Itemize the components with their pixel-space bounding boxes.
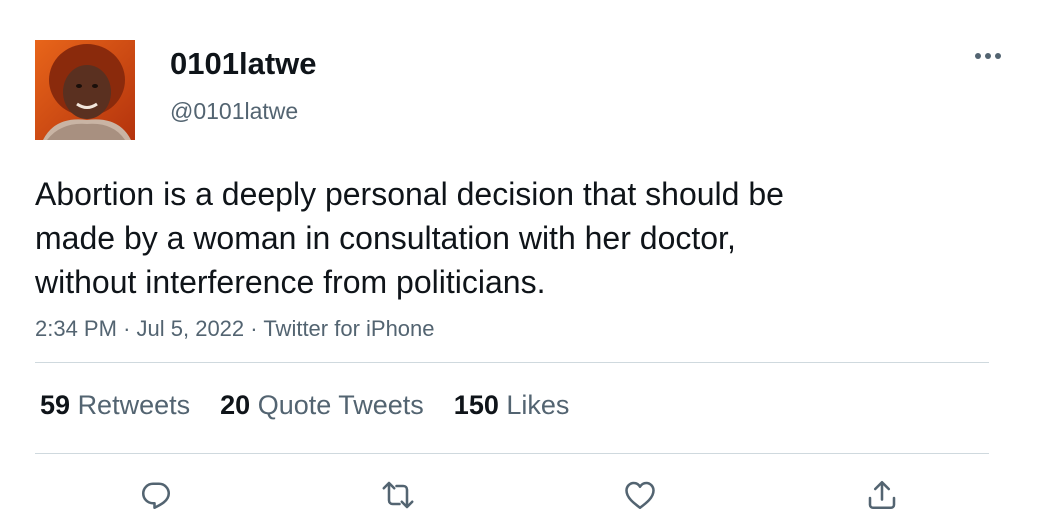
tweet-source[interactable]: Twitter for iPhone bbox=[263, 316, 434, 341]
retweet-arrows-icon bbox=[382, 481, 414, 509]
divider-bottom bbox=[35, 453, 989, 454]
share-upload-icon bbox=[868, 480, 896, 510]
quote-tweets-label: Quote Tweets bbox=[257, 390, 424, 420]
tweet-text: Abortion is a deeply personal decision t… bbox=[35, 176, 784, 300]
user-handle[interactable]: @0101latwe bbox=[170, 96, 298, 126]
share-button[interactable] bbox=[860, 473, 904, 517]
display-name[interactable]: 0101latwe bbox=[170, 44, 317, 84]
likes-count: 150 bbox=[453, 390, 499, 420]
more-horizontal-icon bbox=[975, 53, 1001, 59]
tweet-metadata: 2:34 PM · Jul 5, 2022 · Twitter for iPho… bbox=[35, 314, 435, 344]
avatar[interactable] bbox=[35, 40, 135, 140]
engagement-stats: 59 Retweets 20 Quote Tweets 150 Likes bbox=[40, 385, 599, 425]
divider-top bbox=[35, 362, 989, 363]
reply-button[interactable] bbox=[134, 473, 178, 517]
likes-label: Likes bbox=[506, 390, 570, 420]
likes-stat[interactable]: 150 Likes bbox=[454, 385, 570, 425]
tweet-time[interactable]: 2:34 PM bbox=[35, 316, 117, 341]
speech-bubble-icon bbox=[141, 482, 171, 510]
retweets-stat[interactable]: 59 Retweets bbox=[40, 385, 190, 425]
retweets-count: 59 bbox=[40, 390, 71, 420]
retweet-button[interactable] bbox=[376, 473, 420, 517]
quote-tweets-count: 20 bbox=[220, 390, 251, 420]
tweet-card: 0101latwe @0101latwe Abortion is a deepl… bbox=[0, 0, 1050, 525]
quote-tweets-stat[interactable]: 20 Quote Tweets bbox=[220, 385, 424, 425]
meta-separator: · bbox=[123, 316, 137, 341]
more-options-button[interactable] bbox=[968, 42, 1008, 70]
meta-separator: · bbox=[250, 316, 264, 341]
profile-photo-icon bbox=[35, 40, 135, 140]
retweets-label: Retweets bbox=[77, 390, 191, 420]
heart-icon bbox=[625, 481, 655, 510]
tweet-date[interactable]: Jul 5, 2022 bbox=[137, 316, 245, 341]
like-button[interactable] bbox=[618, 473, 662, 517]
